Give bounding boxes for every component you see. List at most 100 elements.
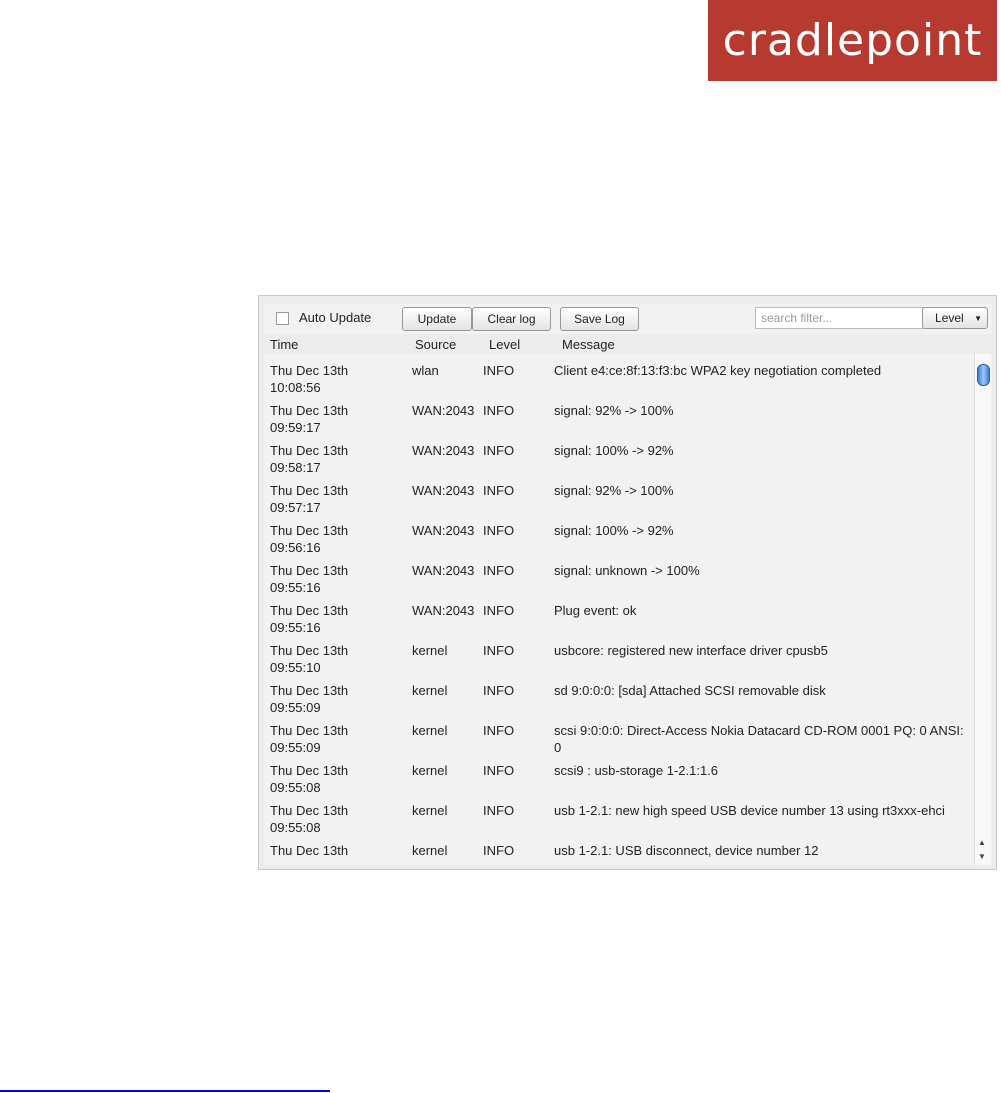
system-log-panel: Auto Update Update Clear log Save Log se… xyxy=(258,295,997,870)
log-clock: 09:56:16 xyxy=(270,540,321,555)
log-date: Thu Dec 13th xyxy=(270,563,349,578)
search-filter-input[interactable]: search filter... xyxy=(755,307,926,329)
log-time: Thu Dec 13th 09:55:09 xyxy=(270,722,400,756)
scrollbar[interactable]: ▲ ▼ xyxy=(974,354,991,865)
log-message: Plug event: ok xyxy=(554,603,637,618)
log-date: Thu Dec 13th xyxy=(270,763,349,778)
log-source: kernel xyxy=(412,723,448,738)
log-row: Thu Dec 13th 09:55:09 kernel INFO sd 9:0:… xyxy=(264,678,974,718)
log-source: kernel xyxy=(412,843,448,858)
log-date: Thu Dec 13th xyxy=(270,403,349,418)
log-date: Thu Dec 13th xyxy=(270,523,349,538)
log-row: Thu Dec 13th 09:59:17 WAN:2043 INFO signa… xyxy=(264,398,974,438)
log-level: INFO xyxy=(483,803,515,818)
log-time: Thu Dec 13th xyxy=(270,842,400,859)
scroll-up-icon[interactable]: ▲ xyxy=(978,838,986,847)
log-source: WAN:2043 xyxy=(412,443,475,458)
log-row: Thu Dec 13th kernel INFO usb 1-2.1: USB … xyxy=(264,838,974,865)
column-header-message[interactable]: Message xyxy=(562,337,615,352)
log-message: sd 9:0:0:0: [sda] Attached SCSI removabl… xyxy=(554,683,826,698)
column-header-time[interactable]: Time xyxy=(270,337,298,352)
log-date: Thu Dec 13th xyxy=(270,643,349,658)
log-clock: 09:55:09 xyxy=(270,700,321,715)
auto-update-label: Auto Update xyxy=(299,310,372,325)
log-clock: 09:55:16 xyxy=(270,580,321,595)
log-source: WAN:2043 xyxy=(412,603,475,618)
column-header-level[interactable]: Level xyxy=(489,337,520,352)
auto-update-checkbox[interactable] xyxy=(276,312,289,325)
column-header-source[interactable]: Source xyxy=(415,337,456,352)
log-time: Thu Dec 13th 09:57:17 xyxy=(270,482,400,516)
log-level: INFO xyxy=(483,603,515,618)
log-row: Thu Dec 13th 09:58:17 WAN:2043 INFO signa… xyxy=(264,438,974,478)
cradlepoint-logo: cradlepoint xyxy=(708,0,997,81)
log-source: kernel xyxy=(412,643,448,658)
save-log-button[interactable]: Save Log xyxy=(560,307,639,331)
scrollbar-thumb[interactable] xyxy=(977,364,990,386)
level-select-value: Level xyxy=(935,311,964,325)
log-message: usb 1-2.1: USB disconnect, device number… xyxy=(554,843,819,858)
log-level: INFO xyxy=(483,843,515,858)
log-clock: 09:55:16 xyxy=(270,620,321,635)
dropdown-arrow-icon: ▼ xyxy=(974,313,982,323)
log-time: Thu Dec 13th 09:58:17 xyxy=(270,442,400,476)
log-message: usb 1-2.1: new high speed USB device num… xyxy=(554,803,945,818)
log-message: signal: 100% -> 92% xyxy=(554,443,674,458)
log-message: scsi 9:0:0:0: Direct-Access Nokia Dataca… xyxy=(554,723,964,755)
log-table-header: Time Source Level Message xyxy=(264,334,992,354)
log-time: Thu Dec 13th 09:55:08 xyxy=(270,762,400,796)
link-underline[interactable] xyxy=(0,1090,330,1092)
log-clock: 09:55:08 xyxy=(270,820,321,835)
log-date: Thu Dec 13th xyxy=(270,803,349,818)
log-clock: 09:59:17 xyxy=(270,420,321,435)
log-level: INFO xyxy=(483,523,515,538)
log-date: Thu Dec 13th xyxy=(270,723,349,738)
log-toolbar: Auto Update Update Clear log Save Log se… xyxy=(264,304,992,332)
log-row: Thu Dec 13th 09:57:17 WAN:2043 INFO signa… xyxy=(264,478,974,518)
log-time: Thu Dec 13th 09:55:16 xyxy=(270,602,400,636)
log-source: kernel xyxy=(412,803,448,818)
log-row: Thu Dec 13th 09:55:08 kernel INFO usb 1-2… xyxy=(264,798,974,838)
log-time: Thu Dec 13th 09:55:16 xyxy=(270,562,400,596)
log-level: INFO xyxy=(483,723,515,738)
log-source: kernel xyxy=(412,683,448,698)
log-level: INFO xyxy=(483,403,515,418)
scroll-down-icon[interactable]: ▼ xyxy=(978,852,986,861)
log-row: Thu Dec 13th 09:55:08 kernel INFO scsi9 :… xyxy=(264,758,974,798)
log-message: Client e4:ce:8f:13:f3:bc WPA2 key negoti… xyxy=(554,363,882,378)
log-row: Thu Dec 13th 10:08:56 wlan INFO Client e4… xyxy=(264,358,974,398)
log-date: Thu Dec 13th xyxy=(270,603,349,618)
log-message: signal: 100% -> 92% xyxy=(554,523,674,538)
log-message: signal: unknown -> 100% xyxy=(554,563,700,578)
level-select[interactable]: Level ▼ xyxy=(922,307,988,329)
log-clock: 10:08:56 xyxy=(270,380,321,395)
log-source: WAN:2043 xyxy=(412,483,475,498)
log-row: Thu Dec 13th 09:55:16 WAN:2043 INFO signa… xyxy=(264,558,974,598)
log-source: WAN:2043 xyxy=(412,403,475,418)
log-level: INFO xyxy=(483,363,515,378)
log-clock: 09:55:08 xyxy=(270,780,321,795)
log-clock: 09:55:09 xyxy=(270,740,321,755)
log-level: INFO xyxy=(483,683,515,698)
log-level: INFO xyxy=(483,643,515,658)
update-button[interactable]: Update xyxy=(402,307,472,331)
log-source: wlan xyxy=(412,363,439,378)
log-clock: 09:58:17 xyxy=(270,460,321,475)
log-level: INFO xyxy=(483,483,515,498)
clear-log-button[interactable]: Clear log xyxy=(472,307,551,331)
log-row: Thu Dec 13th 09:55:09 kernel INFO scsi 9:… xyxy=(264,718,974,758)
log-clock: 09:55:10 xyxy=(270,660,321,675)
log-time: Thu Dec 13th 09:55:08 xyxy=(270,802,400,836)
log-row: Thu Dec 13th 09:55:10 kernel INFO usbcore… xyxy=(264,638,974,678)
log-source: WAN:2043 xyxy=(412,563,475,578)
log-date: Thu Dec 13th xyxy=(270,483,349,498)
log-date: Thu Dec 13th xyxy=(270,843,349,858)
log-source: kernel xyxy=(412,763,448,778)
log-message: usbcore: registered new interface driver… xyxy=(554,643,828,658)
log-clock: 09:57:17 xyxy=(270,500,321,515)
log-date: Thu Dec 13th xyxy=(270,363,349,378)
log-time: Thu Dec 13th 09:59:17 xyxy=(270,402,400,436)
log-row: Thu Dec 13th 09:56:16 WAN:2043 INFO signa… xyxy=(264,518,974,558)
log-level: INFO xyxy=(483,443,515,458)
log-level: INFO xyxy=(483,563,515,578)
